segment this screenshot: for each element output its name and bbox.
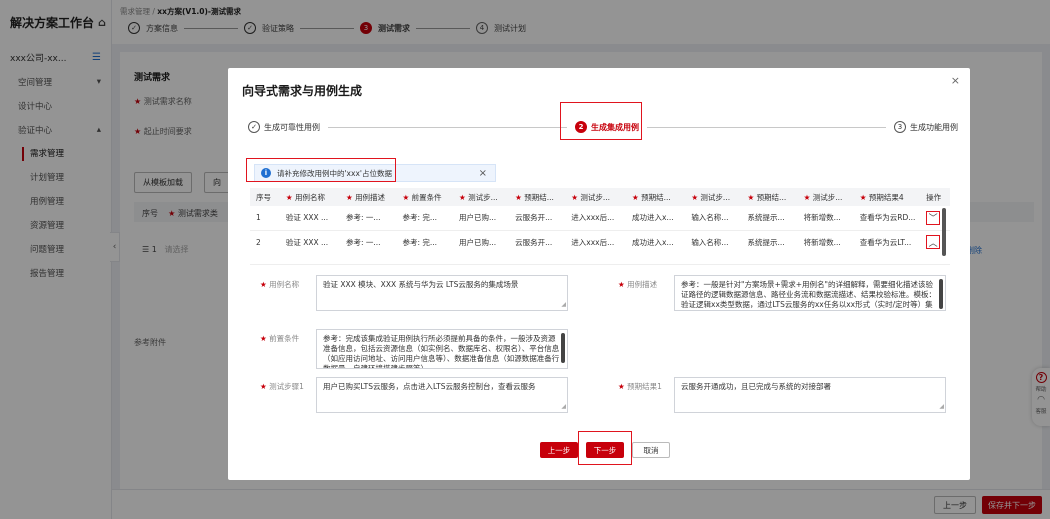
highlight-frame (578, 431, 632, 465)
table-cell: 系统提示... (741, 230, 798, 254)
textarea-value: 参考：完成该集成验证用例执行所必须提前具备的条件，一般涉及资源准备信息，包括云资… (323, 334, 560, 369)
textarea-value: 参考：一般是针对"方案场景+需求+用例名"的详细解释，需要细化描述该验证路径的逻… (681, 280, 936, 309)
textarea-value: 验证 XXX 模块、XXX 系统与华为云 LTS云服务的集成场景 (323, 280, 519, 289)
table-cell: 成功进入x... (626, 230, 686, 254)
table-cell: 参考: 完... (396, 230, 453, 254)
step-number-icon: 3 (894, 121, 906, 133)
table-cell: 用户已购... (452, 206, 510, 231)
close-icon[interactable]: × (951, 74, 960, 87)
table-header-cell: ★ 前置条件 (396, 188, 453, 206)
table-header-cell: ★ 预期结果4 (853, 188, 921, 206)
table-header-cell: 序号 (250, 188, 280, 206)
table-cell: 成功进入x... (626, 206, 686, 231)
highlight-frame (246, 158, 396, 182)
table-cell: 查看华为云RD... (853, 206, 921, 231)
table-cell: 输入名称... (685, 206, 742, 231)
field-label: ★ 测试步骤1 (260, 382, 304, 391)
wizard-step-1[interactable]: ✓ 生成可靠性用例 (248, 121, 320, 133)
table-header-row: 序号 ★ 用例名称 ★ 用例描述 ★ 前置条件 ★ 测试步... ★ 预期结... ★ 测试… (250, 188, 950, 206)
table-header-cell: ★ 预期结... (741, 188, 798, 206)
precondition-textarea[interactable]: 参考：完成该集成验证用例执行所必须提前具备的条件，一般涉及资源准备信息，包括云资… (316, 329, 568, 369)
close-icon[interactable]: × (479, 168, 487, 179)
table-header-cell: ★ 测试步... (685, 188, 742, 206)
wizard-connector (647, 126, 886, 128)
table-header-cell: ★ 用例描述 (339, 188, 397, 206)
table-cell: 将新增数... (797, 206, 854, 231)
modal-title: 向导式需求与用例生成 (242, 84, 363, 98)
table-header-cell: ★ 测试步... (565, 188, 627, 206)
wizard-modal: 向导式需求与用例生成 × ✓ 生成可靠性用例 2 生成集成用例 3 生成功能用例… (228, 68, 970, 480)
wizard-connector (328, 126, 567, 128)
field-label: ★ 用例描述 (618, 280, 658, 289)
case-edit-panel: ★ 用例名称 验证 XXX 模块、XXX 系统与华为云 LTS云服务的集成场景 ◢… (250, 264, 950, 448)
modal-prev-button[interactable]: 上一步 (540, 442, 578, 458)
collapse-up-icon[interactable]: ︿ (926, 235, 941, 250)
table-cell: 进入xxx后... (565, 230, 627, 254)
modal-cancel-button[interactable]: 取消 (632, 442, 670, 458)
field-label: ★ 用例名称 (260, 280, 300, 289)
table-cell: 进入xxx后... (565, 206, 627, 231)
textarea-value: 云服务开通成功，且已完成与系统的对接部署 (681, 382, 831, 391)
table-cell: 2 (250, 230, 280, 254)
wizard-step-label: 生成功能用例 (910, 122, 958, 132)
table-header-cell: ★ 测试步... (452, 188, 510, 206)
table-body: 1 验证 XXX ... 参考: 一... 参考: 完... 用户已购... 云服务开..… (250, 206, 950, 254)
table-cell: 输入名称... (685, 230, 742, 254)
table-cell: 云服务开... (509, 206, 566, 231)
table-header-cell: ★ 预期结... (509, 188, 566, 206)
table-cell: 验证 XXX ... (279, 230, 340, 254)
check-icon: ✓ (248, 121, 260, 133)
textarea-value: 用户已购买LTS云服务，点击进入LTS云服务控制台，查看云服务 (323, 382, 536, 391)
expected-result1-textarea[interactable]: 云服务开通成功，且已完成与系统的对接部署 ◢ (674, 377, 946, 413)
table-header-cell: 操作 (920, 188, 950, 206)
table-scrollbar[interactable] (942, 208, 946, 256)
table-cell: 参考: 完... (396, 206, 453, 231)
field-label: ★ 预期结果1 (618, 382, 662, 391)
expand-down-icon[interactable]: ﹀ (926, 210, 941, 225)
table-cell: 云服务开... (509, 230, 566, 254)
table-cell: 参考: 一... (339, 230, 397, 254)
table-header-cell: ★ 预期结... (626, 188, 686, 206)
table-header-cell: ★ 测试步... (797, 188, 854, 206)
highlight-frame (560, 102, 642, 140)
table-cell: 用户已购... (452, 230, 510, 254)
table-cell: 系统提示... (741, 206, 798, 231)
field-label: ★ 前置条件 (260, 334, 300, 343)
case-desc-textarea[interactable]: 参考：一般是针对"方案场景+需求+用例名"的详细解释，需要细化描述该验证路径的逻… (674, 275, 946, 311)
table-row[interactable]: 1 验证 XXX ... 参考: 一... 参考: 完... 用户已购... 云服务开..… (250, 206, 950, 231)
test-step1-textarea[interactable]: 用户已购买LTS云服务，点击进入LTS云服务控制台，查看云服务 ◢ (316, 377, 568, 413)
table-cell: 查看华为云LT... (853, 230, 921, 254)
wizard-step-label: 生成可靠性用例 (264, 122, 320, 132)
table-cell: 1 (250, 206, 280, 231)
table-cell: 验证 XXX ... (279, 206, 340, 231)
table-row[interactable]: 2 验证 XXX ... 参考: 一... 参考: 完... 用户已购... 云服务开..… (250, 230, 950, 254)
table-cell: 参考: 一... (339, 206, 397, 231)
table-header-cell: ★ 用例名称 (279, 188, 340, 206)
wizard-step-3[interactable]: 3 生成功能用例 (894, 121, 958, 133)
case-table: 序号 ★ 用例名称 ★ 用例描述 ★ 前置条件 ★ 测试步... ★ 预期结... ★ 测试… (250, 188, 950, 254)
table-cell: 将新增数... (797, 230, 854, 254)
case-name-textarea[interactable]: 验证 XXX 模块、XXX 系统与华为云 LTS云服务的集成场景 ◢ (316, 275, 568, 311)
